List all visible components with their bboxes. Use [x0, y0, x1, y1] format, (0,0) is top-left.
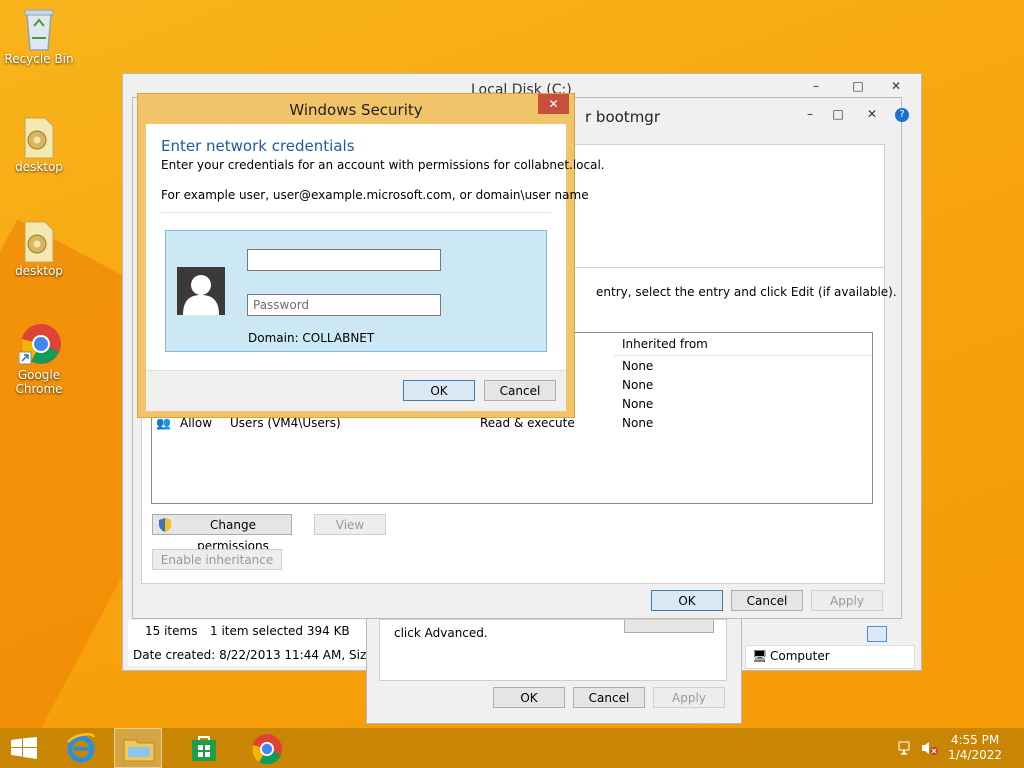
internet-explorer-taskbar-button[interactable] — [57, 728, 105, 768]
chrome-taskbar-button[interactable] — [243, 728, 291, 768]
details-view-icon[interactable] — [867, 626, 887, 642]
advanced-ok-button[interactable]: OK — [651, 590, 723, 611]
desktop-folder-label: desktop — [15, 160, 63, 174]
settings-file-icon — [19, 218, 59, 263]
close-button[interactable]: ✕ — [849, 104, 895, 124]
entry-inherited: None — [622, 397, 654, 411]
security-ok-button[interactable]: OK — [403, 380, 475, 401]
minimize-button[interactable]: – — [803, 76, 829, 96]
status-selected: 1 item selected 394 KB — [210, 624, 350, 638]
system-clock[interactable]: 4:55 PM 1/4/2022 — [948, 733, 1002, 763]
properties-ok-button[interactable]: OK — [493, 687, 565, 708]
volume-muted-icon[interactable] — [921, 740, 939, 756]
advanced-cancel-button[interactable]: Cancel — [731, 590, 803, 611]
maximize-button[interactable]: □ — [825, 104, 851, 124]
close-button[interactable]: ✕ — [873, 76, 919, 96]
entry-inherited: None — [622, 416, 654, 430]
computer-icon: 🖥 — [752, 649, 768, 663]
advanced-button[interactable] — [624, 620, 714, 633]
password-input[interactable]: Password — [247, 294, 441, 316]
clock-time: 4:55 PM — [950, 733, 1000, 747]
credential-tile: Password Domain: COLLABNET — [165, 230, 547, 352]
recycle-bin-icon — [19, 6, 59, 51]
domain-label: Domain: COLLABNET — [248, 331, 375, 345]
windows-logo-icon — [11, 737, 37, 759]
list-header: Inherited from — [614, 333, 872, 356]
maximize-button[interactable]: □ — [845, 76, 871, 96]
windows-security-dialog: Windows Security ✕ Enter network credent… — [137, 93, 605, 418]
start-button[interactable] — [0, 728, 48, 768]
computer-label: Computer — [770, 649, 830, 663]
network-icon[interactable] — [898, 740, 914, 756]
desktop-folder-label: desktop — [15, 264, 63, 278]
chrome-label-line2: Chrome — [15, 382, 63, 396]
internet-explorer-icon — [67, 733, 96, 763]
credentials-heading: Enter network credentials — [161, 137, 355, 155]
folder-icon — [123, 739, 155, 762]
entry-type: Allow — [180, 416, 213, 430]
chrome-icon — [252, 734, 282, 765]
store-taskbar-button[interactable] — [180, 728, 228, 768]
users-group-icon: 👥 — [156, 416, 171, 430]
uac-shield-icon — [159, 518, 171, 532]
properties-panel: click Advanced. — [379, 619, 727, 681]
security-dialog-body: Enter network credentials Enter your cre… — [146, 124, 605, 411]
properties-cancel-button[interactable]: Cancel — [573, 687, 645, 708]
security-cancel-button[interactable]: Cancel — [484, 380, 556, 401]
desktop-folder-shortcut[interactable]: desktop — [1, 218, 77, 278]
settings-file-icon — [19, 114, 59, 159]
status-item-count: 15 items — [145, 624, 198, 638]
google-chrome-shortcut[interactable]: Google Chrome — [1, 322, 77, 396]
credentials-example: For example user, user@example.microsoft… — [161, 188, 589, 202]
entry-access: Read & execute — [480, 416, 575, 430]
security-dialog-title: Windows Security — [289, 101, 423, 119]
recycle-bin-label: Recycle Bin — [4, 52, 74, 66]
chrome-icon — [18, 322, 61, 366]
username-input[interactable] — [247, 249, 441, 271]
store-icon — [192, 736, 216, 761]
permission-instruction: entry, select the entry and click Edit (… — [596, 285, 897, 299]
minimize-button[interactable]: – — [797, 104, 823, 124]
explorer-status-area: 15 items 1 item selected 394 KB Date cre… — [128, 620, 416, 666]
tiles-view-icon[interactable] — [890, 626, 906, 640]
recycle-bin-shortcut[interactable]: Recycle Bin — [1, 6, 77, 66]
computer-location: 🖥 Computer — [745, 645, 915, 669]
view-button: View — [314, 514, 386, 535]
file-explorer-taskbar-button[interactable] — [114, 728, 162, 768]
change-permissions-button[interactable]: Change permissions — [152, 514, 292, 553]
user-avatar-icon — [177, 267, 225, 315]
advanced-apply-button: Apply — [811, 590, 883, 611]
divider — [161, 212, 551, 213]
taskbar: 4:55 PM 1/4/2022 — [0, 728, 1024, 768]
chrome-label-line1: Google — [17, 368, 61, 382]
close-button[interactable]: ✕ — [538, 94, 569, 114]
properties-window-lower: click Advanced. OK Cancel Apply — [366, 618, 742, 724]
inherited-from-column[interactable]: Inherited from — [622, 337, 708, 351]
entry-inherited: None — [622, 378, 654, 392]
advanced-window-title: r bootmgr — [585, 108, 660, 126]
help-icon[interactable]: ? — [895, 108, 909, 122]
clock-date: 1/4/2022 — [948, 748, 1002, 762]
entry-inherited: None — [622, 359, 654, 373]
entry-principal: Users (VM4\Users) — [230, 416, 341, 430]
credentials-description: Enter your credentials for an account wi… — [161, 158, 605, 172]
properties-apply-button: Apply — [653, 687, 725, 708]
security-dialog-footer: OK Cancel — [146, 370, 566, 411]
desktop-folder-shortcut[interactable]: desktop — [1, 114, 77, 174]
advanced-instruction: click Advanced. — [394, 626, 488, 640]
enable-inheritance-button[interactable]: Enable inheritance — [152, 549, 282, 570]
